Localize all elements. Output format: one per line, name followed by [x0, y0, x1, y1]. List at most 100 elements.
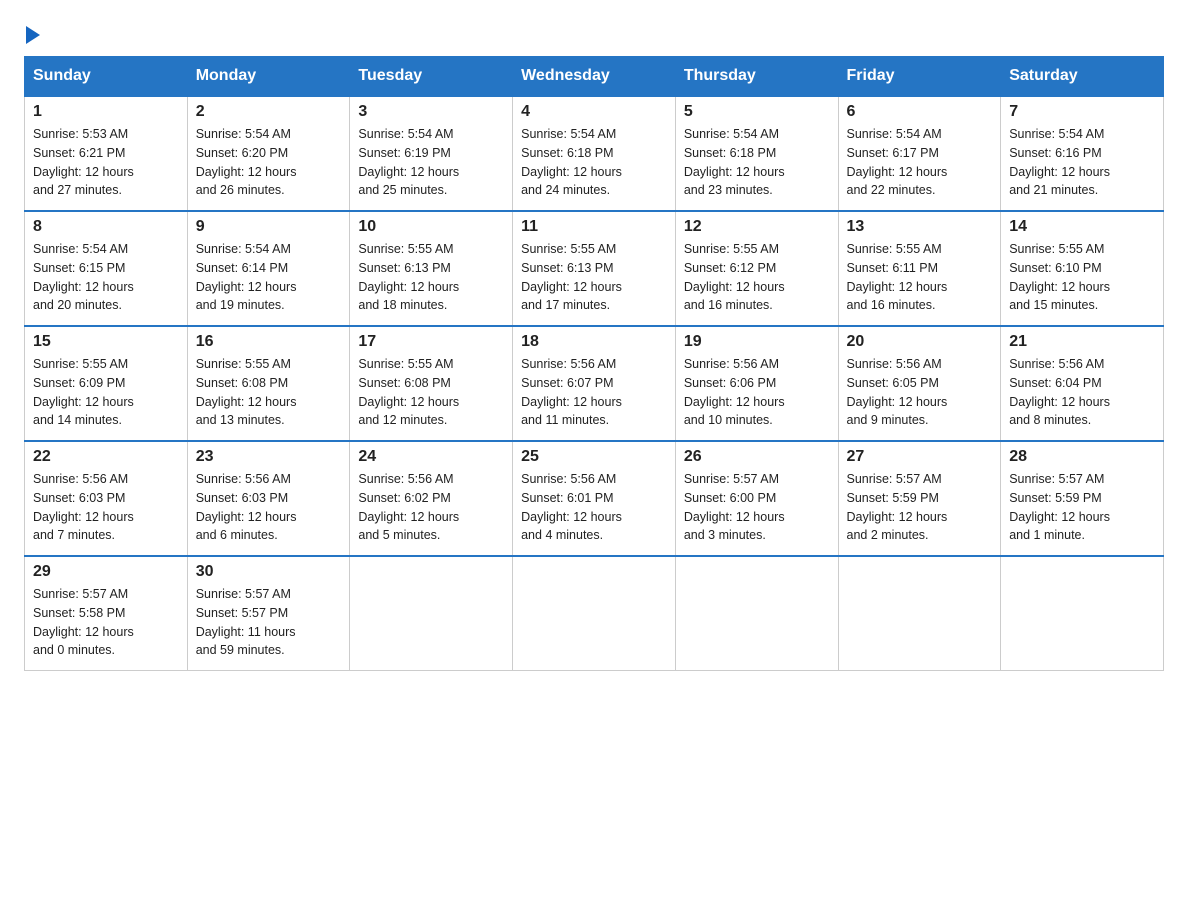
calendar-week-row: 29 Sunrise: 5:57 AMSunset: 5:58 PMDayligh… [25, 556, 1164, 671]
calendar-cell: 21Sunrise: 5:56 AMSunset: 6:04 PMDayligh… [1001, 326, 1164, 441]
day-number: 27 [847, 448, 993, 466]
calendar-week-row: 15Sunrise: 5:55 AMSunset: 6:09 PMDayligh… [25, 326, 1164, 441]
weekday-header-monday: Monday [187, 57, 350, 97]
day-info: Sunrise: 5:54 AMSunset: 6:20 PMDaylight:… [196, 125, 342, 200]
day-number: 5 [684, 103, 830, 121]
logo-arrow-icon [26, 26, 40, 44]
calendar-cell: 5 Sunrise: 5:54 AMSunset: 6:18 PMDaylight… [675, 96, 838, 211]
weekday-header-wednesday: Wednesday [513, 57, 676, 97]
day-info: Sunrise: 5:56 AMSunset: 6:06 PMDaylight:… [684, 355, 830, 430]
day-number: 13 [847, 218, 993, 236]
calendar-cell: 19 Sunrise: 5:56 AMSunset: 6:06 PMDayligh… [675, 326, 838, 441]
calendar-cell: 14 Sunrise: 5:55 AMSunset: 6:10 PMDayligh… [1001, 211, 1164, 326]
calendar-cell [675, 556, 838, 671]
calendar-cell: 24Sunrise: 5:56 AMSunset: 6:02 PMDayligh… [350, 441, 513, 556]
calendar-cell [1001, 556, 1164, 671]
calendar-cell: 16 Sunrise: 5:55 AMSunset: 6:08 PMDayligh… [187, 326, 350, 441]
weekday-header-saturday: Saturday [1001, 57, 1164, 97]
calendar-week-row: 1 Sunrise: 5:53 AMSunset: 6:21 PMDaylight… [25, 96, 1164, 211]
day-number: 29 [33, 563, 179, 581]
day-number: 26 [684, 448, 830, 466]
calendar-cell: 18 Sunrise: 5:56 AMSunset: 6:07 PMDayligh… [513, 326, 676, 441]
calendar-cell: 30 Sunrise: 5:57 AMSunset: 5:57 PMDayligh… [187, 556, 350, 671]
page-header [24, 24, 1164, 40]
calendar-week-row: 8 Sunrise: 5:54 AMSunset: 6:15 PMDaylight… [25, 211, 1164, 326]
calendar-cell: 25 Sunrise: 5:56 AMSunset: 6:01 PMDayligh… [513, 441, 676, 556]
day-number: 23 [196, 448, 342, 466]
day-number: 11 [521, 218, 667, 236]
calendar-cell: 28 Sunrise: 5:57 AMSunset: 5:59 PMDayligh… [1001, 441, 1164, 556]
day-number: 8 [33, 218, 179, 236]
day-info: Sunrise: 5:56 AMSunset: 6:07 PMDaylight:… [521, 355, 667, 430]
calendar-cell: 10 Sunrise: 5:55 AMSunset: 6:13 PMDayligh… [350, 211, 513, 326]
calendar-week-row: 22 Sunrise: 5:56 AMSunset: 6:03 PMDayligh… [25, 441, 1164, 556]
calendar-cell [350, 556, 513, 671]
calendar-cell [838, 556, 1001, 671]
calendar-cell: 6Sunrise: 5:54 AMSunset: 6:17 PMDaylight… [838, 96, 1001, 211]
day-number: 12 [684, 218, 830, 236]
day-number: 1 [33, 103, 179, 121]
calendar-cell: 20Sunrise: 5:56 AMSunset: 6:05 PMDayligh… [838, 326, 1001, 441]
day-info: Sunrise: 5:54 AMSunset: 6:15 PMDaylight:… [33, 240, 179, 315]
calendar-cell: 1 Sunrise: 5:53 AMSunset: 6:21 PMDaylight… [25, 96, 188, 211]
day-number: 21 [1009, 333, 1155, 351]
calendar-table: SundayMondayTuesdayWednesdayThursdayFrid… [24, 56, 1164, 671]
day-info: Sunrise: 5:56 AMSunset: 6:03 PMDaylight:… [33, 470, 179, 545]
day-info: Sunrise: 5:55 AMSunset: 6:12 PMDaylight:… [684, 240, 830, 315]
calendar-cell: 13 Sunrise: 5:55 AMSunset: 6:11 PMDayligh… [838, 211, 1001, 326]
weekday-header-row: SundayMondayTuesdayWednesdayThursdayFrid… [25, 57, 1164, 97]
weekday-header-friday: Friday [838, 57, 1001, 97]
day-info: Sunrise: 5:55 AMSunset: 6:10 PMDaylight:… [1009, 240, 1155, 315]
day-info: Sunrise: 5:55 AMSunset: 6:11 PMDaylight:… [847, 240, 993, 315]
day-number: 14 [1009, 218, 1155, 236]
day-number: 10 [358, 218, 504, 236]
day-info: Sunrise: 5:54 AMSunset: 6:18 PMDaylight:… [684, 125, 830, 200]
day-info: Sunrise: 5:54 AMSunset: 6:17 PMDaylight:… [847, 125, 993, 200]
day-number: 22 [33, 448, 179, 466]
calendar-cell: 22 Sunrise: 5:56 AMSunset: 6:03 PMDayligh… [25, 441, 188, 556]
day-info: Sunrise: 5:57 AMSunset: 5:59 PMDaylight:… [847, 470, 993, 545]
calendar-cell: 17 Sunrise: 5:55 AMSunset: 6:08 PMDayligh… [350, 326, 513, 441]
day-info: Sunrise: 5:57 AMSunset: 5:59 PMDaylight:… [1009, 470, 1155, 545]
calendar-cell: 26Sunrise: 5:57 AMSunset: 6:00 PMDayligh… [675, 441, 838, 556]
day-info: Sunrise: 5:55 AMSunset: 6:08 PMDaylight:… [196, 355, 342, 430]
day-info: Sunrise: 5:54 AMSunset: 6:18 PMDaylight:… [521, 125, 667, 200]
day-number: 3 [358, 103, 504, 121]
calendar-cell: 4 Sunrise: 5:54 AMSunset: 6:18 PMDaylight… [513, 96, 676, 211]
day-number: 19 [684, 333, 830, 351]
day-number: 30 [196, 563, 342, 581]
calendar-cell: 27 Sunrise: 5:57 AMSunset: 5:59 PMDayligh… [838, 441, 1001, 556]
weekday-header-tuesday: Tuesday [350, 57, 513, 97]
calendar-cell: 8 Sunrise: 5:54 AMSunset: 6:15 PMDaylight… [25, 211, 188, 326]
weekday-header-thursday: Thursday [675, 57, 838, 97]
calendar-cell: 15Sunrise: 5:55 AMSunset: 6:09 PMDayligh… [25, 326, 188, 441]
day-number: 2 [196, 103, 342, 121]
day-info: Sunrise: 5:55 AMSunset: 6:13 PMDaylight:… [521, 240, 667, 315]
day-number: 16 [196, 333, 342, 351]
day-info: Sunrise: 5:55 AMSunset: 6:13 PMDaylight:… [358, 240, 504, 315]
calendar-cell: 9Sunrise: 5:54 AMSunset: 6:14 PMDaylight… [187, 211, 350, 326]
day-info: Sunrise: 5:56 AMSunset: 6:01 PMDaylight:… [521, 470, 667, 545]
day-info: Sunrise: 5:57 AMSunset: 5:58 PMDaylight:… [33, 585, 179, 660]
day-info: Sunrise: 5:53 AMSunset: 6:21 PMDaylight:… [33, 125, 179, 200]
day-number: 7 [1009, 103, 1155, 121]
calendar-cell [513, 556, 676, 671]
day-number: 18 [521, 333, 667, 351]
day-info: Sunrise: 5:57 AMSunset: 5:57 PMDaylight:… [196, 585, 342, 660]
day-info: Sunrise: 5:56 AMSunset: 6:03 PMDaylight:… [196, 470, 342, 545]
day-info: Sunrise: 5:54 AMSunset: 6:14 PMDaylight:… [196, 240, 342, 315]
day-number: 17 [358, 333, 504, 351]
day-info: Sunrise: 5:55 AMSunset: 6:09 PMDaylight:… [33, 355, 179, 430]
calendar-cell: 2 Sunrise: 5:54 AMSunset: 6:20 PMDaylight… [187, 96, 350, 211]
calendar-cell: 12 Sunrise: 5:55 AMSunset: 6:12 PMDayligh… [675, 211, 838, 326]
day-info: Sunrise: 5:55 AMSunset: 6:08 PMDaylight:… [358, 355, 504, 430]
calendar-cell: 11 Sunrise: 5:55 AMSunset: 6:13 PMDayligh… [513, 211, 676, 326]
logo [24, 24, 40, 40]
calendar-cell: 3Sunrise: 5:54 AMSunset: 6:19 PMDaylight… [350, 96, 513, 211]
calendar-cell: 23 Sunrise: 5:56 AMSunset: 6:03 PMDayligh… [187, 441, 350, 556]
day-number: 28 [1009, 448, 1155, 466]
day-number: 25 [521, 448, 667, 466]
calendar-cell: 7 Sunrise: 5:54 AMSunset: 6:16 PMDaylight… [1001, 96, 1164, 211]
day-number: 4 [521, 103, 667, 121]
day-info: Sunrise: 5:54 AMSunset: 6:16 PMDaylight:… [1009, 125, 1155, 200]
